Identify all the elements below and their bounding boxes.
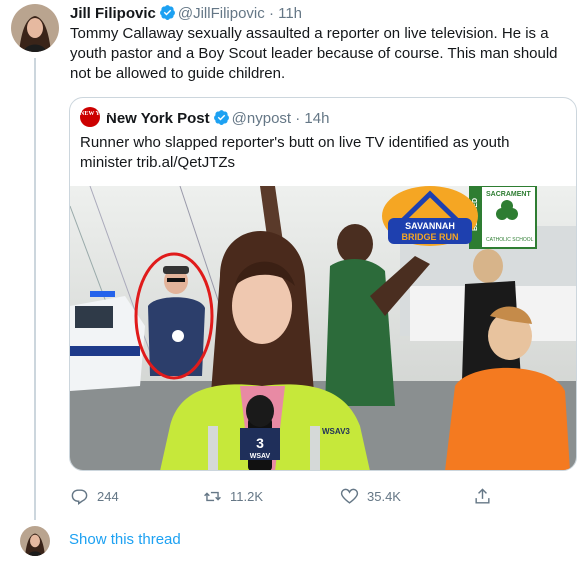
mic-flag-letters: WSAV bbox=[250, 453, 271, 460]
tweet-media-image[interactable]: BLESSED SACRAMENT CATHOLIC SCHOOL SAVANN… bbox=[70, 186, 576, 470]
tweet-text: Tommy Callaway sexually assaulted a repo… bbox=[70, 25, 558, 82]
quoted-tweet-timestamp[interactable]: 14h bbox=[304, 110, 329, 127]
quoted-tweet-header: NEW YORK POST New York Post @nypost · 14h bbox=[80, 107, 329, 129]
retweet-button[interactable]: 11.2K bbox=[203, 485, 263, 507]
author-handle[interactable]: @JillFilipovic bbox=[178, 5, 265, 22]
tweet-header: Jill Filipovic @JillFilipovic · 11h bbox=[70, 4, 302, 24]
separator-dot: · bbox=[295, 110, 301, 127]
tweet-actions-bar: 244 11.2K 35.4K bbox=[0, 485, 586, 509]
banner-top-text: SACRAMENT bbox=[486, 191, 531, 198]
nypost-logo-text: NEW YORK POST bbox=[80, 111, 131, 117]
author-avatar[interactable] bbox=[11, 4, 59, 52]
vest-logo-text: WSAV3 bbox=[322, 427, 350, 436]
thread-line bbox=[34, 58, 36, 520]
tweet-timestamp[interactable]: 11h bbox=[278, 5, 302, 22]
banner-bottom-text: CATHOLIC SCHOOL bbox=[486, 237, 534, 243]
nypost-avatar[interactable]: NEW YORK POST bbox=[80, 107, 131, 127]
retweet-icon bbox=[204, 491, 221, 501]
reply-count: 244 bbox=[97, 488, 119, 504]
thread-author-avatar[interactable] bbox=[20, 526, 50, 556]
verified-badge-icon bbox=[213, 110, 229, 125]
share-button[interactable] bbox=[473, 485, 500, 507]
event-sign-line1: SAVANNAH bbox=[405, 221, 455, 231]
retweet-count: 11.2K bbox=[230, 488, 264, 504]
quoted-tweet-text: Runner who slapped reporter's butt on li… bbox=[80, 134, 510, 171]
like-button[interactable]: 35.4K bbox=[340, 485, 401, 507]
show-thread-link[interactable]: Show this thread bbox=[69, 531, 181, 548]
reply-icon bbox=[71, 488, 88, 505]
event-sign-line2: BRIDGE RUN bbox=[401, 232, 458, 242]
verified-badge-icon bbox=[159, 5, 175, 20]
share-icon bbox=[475, 487, 490, 504]
author-name[interactable]: Jill Filipovic bbox=[70, 5, 156, 22]
like-count: 35.4K bbox=[367, 488, 401, 504]
separator-dot: · bbox=[268, 5, 274, 22]
quoted-tweet-card[interactable]: NEW YORK POST New York Post @nypost · 14h … bbox=[69, 97, 577, 471]
mic-flag-number: 3 bbox=[256, 435, 264, 451]
quoted-author-handle[interactable]: @nypost bbox=[232, 110, 291, 127]
heart-icon bbox=[340, 488, 359, 504]
reply-button[interactable]: 244 bbox=[70, 485, 119, 507]
